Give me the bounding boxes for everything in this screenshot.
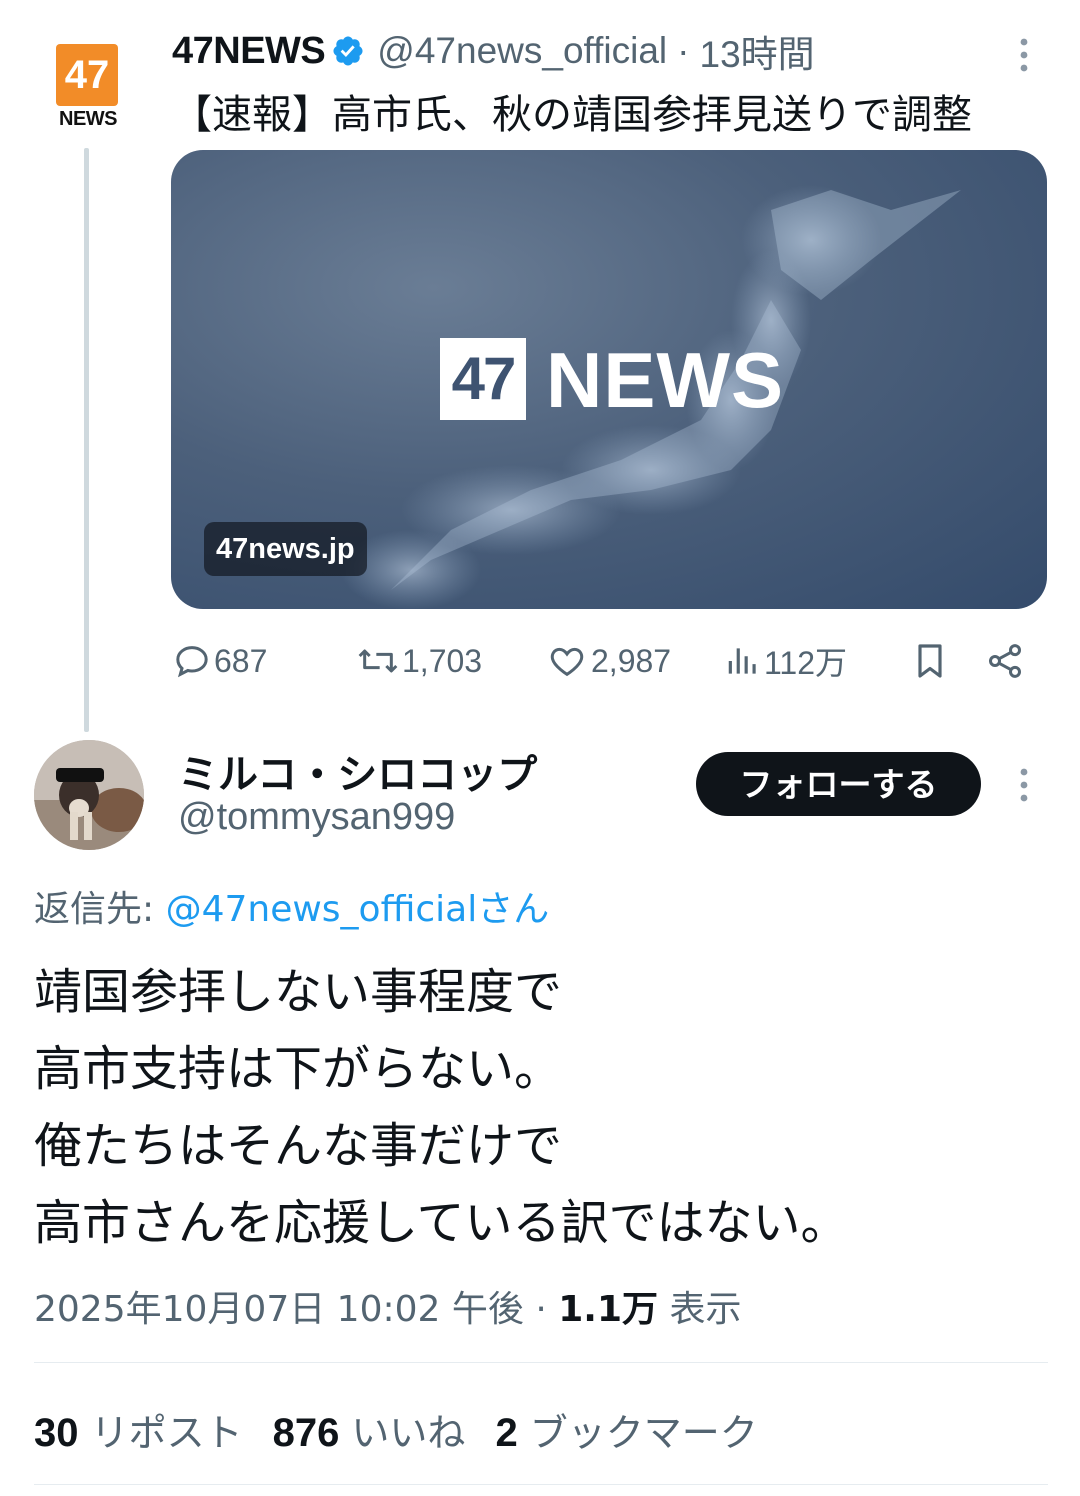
dog-photo-icon [34, 740, 144, 850]
reply-icon [176, 646, 208, 678]
thread-line [84, 148, 89, 732]
tweet-actions-bar: 687 1,703 2,987 112万 [172, 634, 1042, 688]
link-card[interactable]: 47 NEWS 47news.jp [171, 150, 1047, 609]
views-bar-icon [728, 648, 756, 674]
views-button[interactable]: 112万 [724, 634, 847, 688]
bookmarks-stat-label: ブックマーク [517, 1411, 758, 1455]
parent-more-icon[interactable] [1014, 36, 1034, 82]
reply-to-prefix: 返信先: [34, 889, 166, 930]
author-handle[interactable]: @47news_official [377, 30, 667, 72]
reposts-stat[interactable]: 30 リポスト [34, 1411, 243, 1455]
body-line-2: 高市支持は下がらない。 [34, 1041, 563, 1097]
header-separator: · [677, 30, 690, 71]
timestamp[interactable]: 2025年10月07日 10:02 午後 [34, 1289, 524, 1330]
body-line-4: 高市さんを応援している訳ではない。 [34, 1195, 849, 1251]
card-logo-number: 47 [451, 345, 517, 412]
parent-tweet-header: 47NEWS @47news_official · 13時間 [172, 26, 815, 76]
views-total: 1.1万 [558, 1289, 658, 1330]
author-name[interactable]: 47NEWS [172, 30, 326, 73]
heart-icon [550, 647, 584, 677]
verified-badge-icon [333, 36, 363, 66]
follow-button[interactable]: フォローする [696, 752, 981, 816]
reply-author-handle[interactable]: @tommysan999 [178, 796, 455, 839]
card-logo-box: 47 [440, 338, 526, 420]
likes-stat-label: いいね [339, 1411, 466, 1455]
engagement-stats: 30 リポスト 876 いいね 2 ブックマーク [34, 1402, 758, 1457]
likes-stat[interactable]: 876 いいね [273, 1411, 466, 1455]
reply-button[interactable]: 687 [172, 634, 267, 688]
card-domain-pill: 47news.jp [204, 522, 367, 576]
repost-count: 1,703 [402, 642, 483, 679]
divider-top [34, 1362, 1048, 1363]
reply-author-name[interactable]: ミルコ・シロコップ [178, 742, 537, 800]
avatar-label: NEWS [59, 108, 118, 130]
card-logo-text: NEWS [546, 336, 784, 424]
reposts-stat-label: リポスト [78, 1411, 243, 1455]
reply-to-line: 返信先: @47news_officialさん [34, 880, 549, 932]
bookmarks-stat[interactable]: 2 ブックマーク [495, 1411, 757, 1455]
reply-count: 687 [214, 642, 268, 679]
reply-tweet-text: 靖国参拝しない事程度で 高市支持は下がらない。 俺たちはそんな事だけで 高市さん… [34, 954, 849, 1262]
reposts-stat-count: 30 [34, 1411, 79, 1455]
views-count: 112万 [764, 645, 848, 681]
meta-separator: · [523, 1289, 559, 1330]
share-button[interactable] [984, 634, 1028, 688]
tweet-meta: 2025年10月07日 10:02 午後 · 1.1万 表示 [34, 1280, 741, 1332]
reply-more-icon[interactable] [1014, 766, 1034, 812]
bookmark-button[interactable] [910, 634, 952, 688]
repost-button[interactable]: 1,703 [356, 634, 482, 688]
divider-bottom [34, 1484, 1048, 1485]
avatar-47news[interactable]: 47 NEWS [56, 44, 120, 132]
bookmark-icon [918, 644, 942, 678]
body-line-3: 俺たちはそんな事だけで [34, 1118, 563, 1174]
post-time[interactable]: 13時間 [700, 24, 815, 78]
body-line-1: 靖国参拝しない事程度で [34, 964, 563, 1020]
views-label: 表示 [658, 1289, 742, 1330]
like-count: 2,987 [591, 642, 672, 679]
parent-tweet-text: 【速報】高市氏、秋の靖国参拝見送りで調整 [172, 92, 972, 138]
repost-icon [358, 649, 398, 673]
like-button[interactable]: 2,987 [545, 634, 671, 688]
likes-stat-count: 876 [272, 1411, 340, 1455]
share-icon [988, 644, 1022, 678]
bookmarks-stat-count: 2 [495, 1411, 518, 1455]
reply-to-handle-link[interactable]: @47news_officialさん [166, 889, 550, 930]
avatar-number: 47 [56, 44, 118, 106]
avatar-tommysan[interactable] [34, 740, 144, 850]
